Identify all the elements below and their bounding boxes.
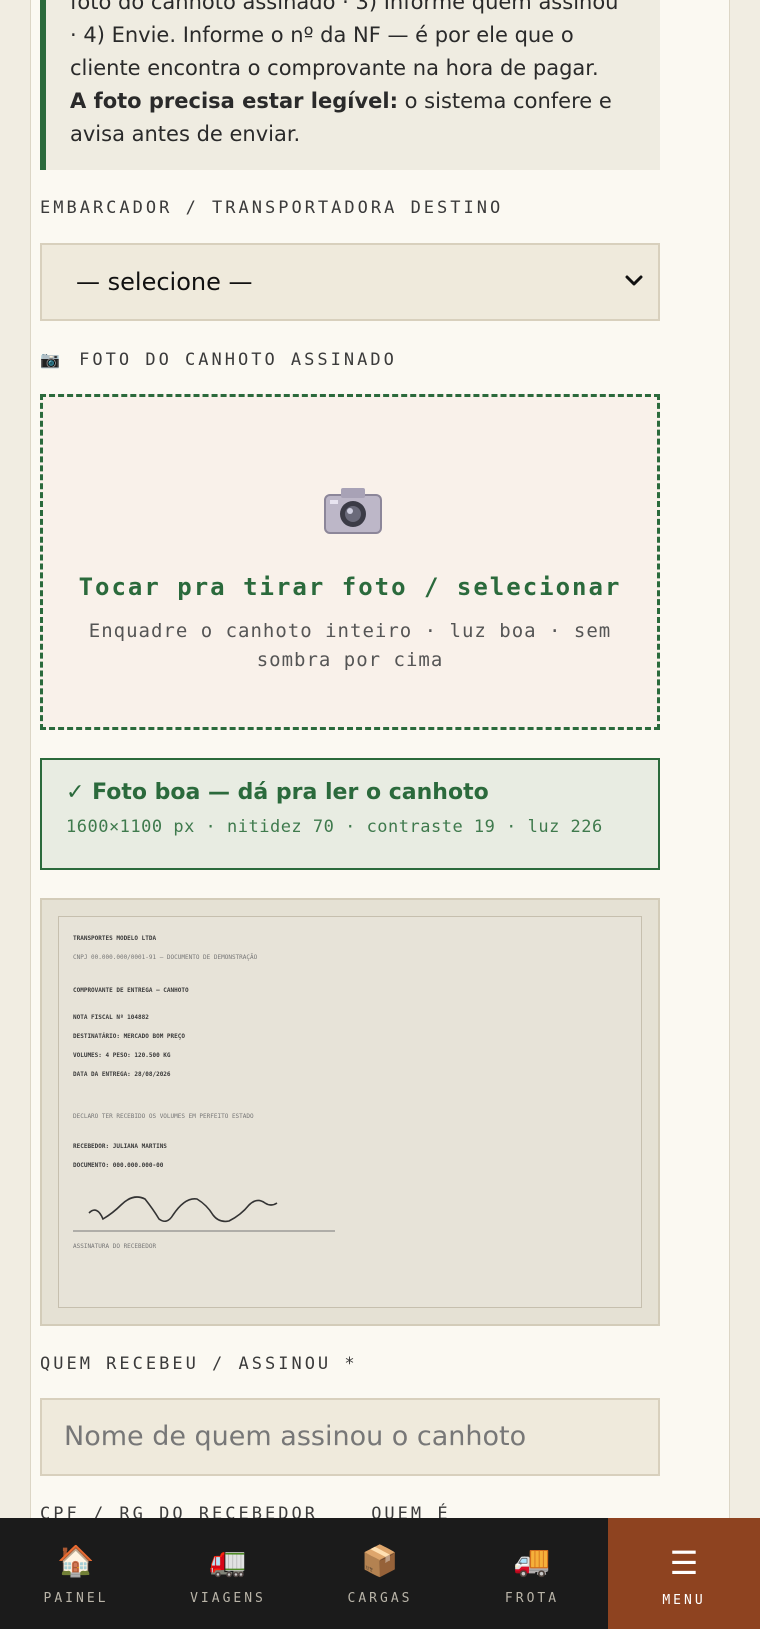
instructions-box: foto do canhoto assinado · 3) Informe qu…	[40, 0, 660, 170]
photo-label-text: FOTO DO CANHOTO ASSINADO	[79, 350, 397, 370]
delivery-truck-icon: 🚚	[513, 1544, 551, 1579]
instructions-line: A foto precisa estar legível: o sistema …	[70, 85, 640, 118]
nav-item-menu[interactable]: ☰ MENU	[608, 1518, 760, 1629]
camera-icon	[324, 488, 382, 534]
receipt-text: TRANSPORTES MODELO LTDA	[73, 935, 157, 942]
receipt-text: DESTINATÁRIO: MERCADO BOM PREÇO	[73, 1033, 185, 1040]
instructions-line: foto do canhoto assinado · 3) Informe qu…	[70, 0, 619, 14]
quality-title: ✓ Foto boa — dá pra ler o canhoto	[66, 780, 489, 805]
receipt-text: DATA DA ENTREGA: 28/08/2026	[73, 1071, 171, 1078]
instructions-line: cliente encontra o comprovante na hora d…	[70, 56, 599, 80]
receipt-text: NOTA FISCAL Nº 104882	[73, 1014, 149, 1021]
shipper-label: EMBARCADOR / TRANSPORTADORA DESTINO	[40, 198, 504, 218]
nav-item-painel[interactable]: 🏠 PAINEL	[0, 1518, 152, 1629]
quality-stats: 1600×1100 px · nitidez 70 · contraste 19…	[66, 817, 603, 837]
signer-name-input[interactable]: Nome de quem assinou o canhoto	[40, 1398, 660, 1476]
photo-upload-cta: Tocar pra tirar foto / selecionar	[78, 573, 622, 601]
nav-item-cargas[interactable]: 📦 CARGAS	[304, 1518, 456, 1629]
photo-preview: TRANSPORTES MODELO LTDA CNPJ 00.000.000/…	[40, 898, 660, 1326]
nav-item-label: VIAGENS	[190, 1591, 266, 1606]
signer-label: QUEM RECEBEU / ASSINOU *	[40, 1354, 358, 1374]
bottom-nav: 🏠 PAINEL 🚛 VIAGENS 📦 CARGAS 🚚 FROTA ☰ ME…	[0, 1518, 760, 1629]
receipt-text: CNPJ 00.000.000/0001-91 — DOCUMENTO DE D…	[73, 954, 258, 961]
menu-icon: ☰	[669, 1544, 699, 1582]
instructions-line: avisa antes de enviar.	[70, 122, 301, 146]
instructions-line: · 4) Envie. Informe o nº da NF — é por e…	[70, 23, 574, 47]
receipt-text: VOLUMES: 4 PESO: 120.500 KG	[73, 1052, 171, 1059]
receipt-text: DECLARO TER RECEBIDO OS VOLUMES EM PERFE…	[73, 1113, 254, 1120]
nav-item-frota[interactable]: 🚚 FROTA	[456, 1518, 608, 1629]
receipt-text: ASSINATURA DO RECEBEDOR	[73, 1243, 157, 1250]
nav-item-label: FROTA	[504, 1591, 560, 1606]
chevron-down-icon	[625, 275, 643, 286]
nav-item-label: MENU	[662, 1593, 706, 1608]
nav-item-viagens[interactable]: 🚛 VIAGENS	[152, 1518, 304, 1629]
photo-upload-hint: Enquadre o canhoto inteiro · luz boa · s…	[88, 620, 612, 671]
package-icon: 📦	[361, 1544, 399, 1579]
photo-label: 📷 FOTO DO CANHOTO ASSINADO	[40, 350, 397, 370]
receipt-text: COMPROVANTE DE ENTREGA — CANHOTO	[73, 987, 189, 994]
camera-icon: 📷	[40, 350, 60, 369]
instructions-rest: o sistema confere e	[397, 89, 612, 113]
receipt-image: TRANSPORTES MODELO LTDA CNPJ 00.000.000/…	[58, 916, 642, 1308]
photo-quality-status: ✓ Foto boa — dá pra ler o canhoto 1600×1…	[40, 758, 660, 870]
signature-image	[73, 1196, 335, 1232]
nav-item-label: PAINEL	[43, 1591, 109, 1606]
house-icon: 🏠	[57, 1544, 95, 1579]
receipt-text: DOCUMENTO: 000.000.000-00	[73, 1162, 164, 1169]
truck-icon: 🚛	[209, 1544, 247, 1579]
shipper-select[interactable]: — selecione —	[40, 243, 660, 321]
receipt-text: RECEBEDOR: JULIANA MARTINS	[73, 1143, 167, 1150]
photo-upload-area[interactable]: Tocar pra tirar foto / selecionar Enquad…	[40, 394, 660, 730]
shipper-select-value: — selecione —	[76, 268, 253, 296]
nav-item-label: CARGAS	[347, 1591, 413, 1606]
instructions-bold: A foto precisa estar legível:	[70, 89, 398, 113]
